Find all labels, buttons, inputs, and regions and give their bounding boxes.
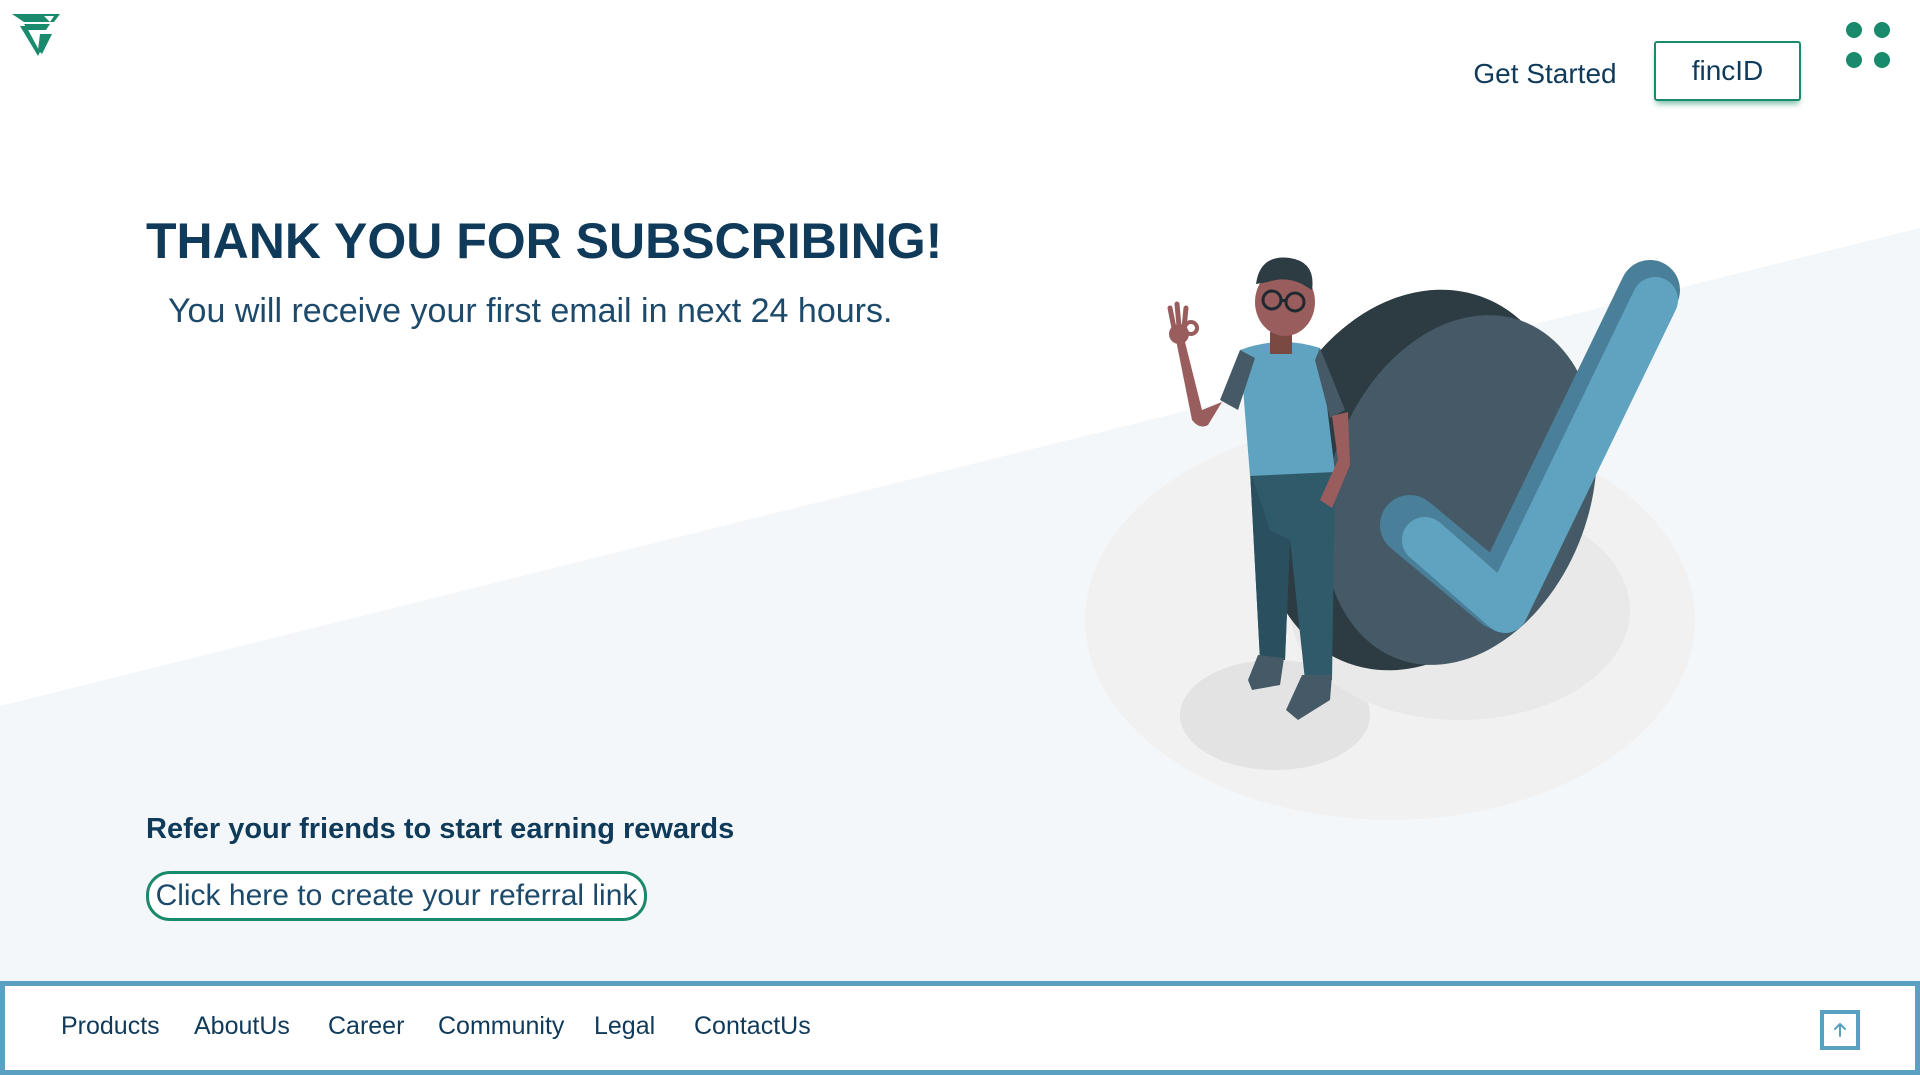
referral-heading: Refer your friends to start earning rewa… [146, 813, 735, 845]
app-grid-icon[interactable] [1840, 18, 1894, 72]
arrow-up-icon [1834, 1023, 1846, 1037]
create-referral-link-button[interactable]: Click here to create your referral link [146, 871, 647, 921]
fincid-button[interactable]: fincID [1654, 41, 1801, 101]
get-started-button[interactable]: Get Started [1460, 50, 1630, 98]
footer-link-aboutus[interactable]: AboutUs [194, 1012, 290, 1041]
footer-link-career[interactable]: Career [328, 1012, 404, 1041]
footer-link-legal[interactable]: Legal [594, 1012, 655, 1041]
fincstack-logo-icon[interactable] [10, 12, 62, 58]
footer-link-community[interactable]: Community [438, 1012, 564, 1041]
footer-link-products[interactable]: Products [61, 1012, 160, 1041]
scroll-to-top-button[interactable] [1820, 1010, 1860, 1050]
page: Get Started fincID THANK YOU FOR SUBSCRI… [0, 0, 1920, 1075]
person-with-checkmark-illustration [1085, 257, 1695, 820]
footer-link-contactus[interactable]: ContactUs [694, 1012, 811, 1041]
page-title: THANK YOU FOR SUBSCRIBING! [146, 213, 943, 269]
page-subtitle: You will receive your first email in nex… [168, 292, 893, 330]
footer: Products AboutUs Career Community Legal … [0, 981, 1920, 1075]
